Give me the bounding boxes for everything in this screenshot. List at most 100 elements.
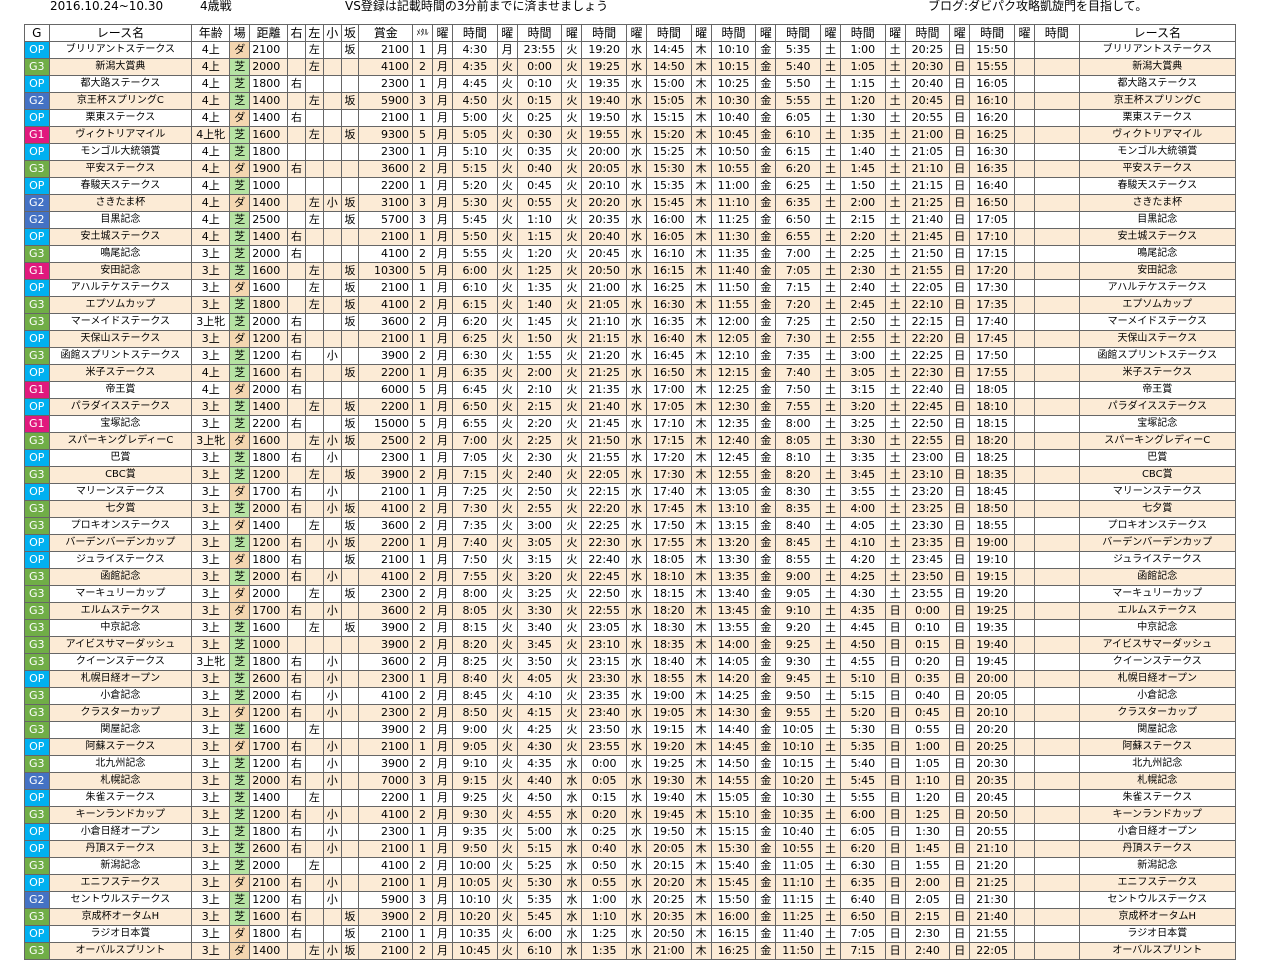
distance-cell: 2000: [249, 568, 289, 586]
table-cell: 1:10: [904, 772, 951, 790]
table-cell: [304, 177, 324, 195]
distance-cell: 1200: [249, 534, 289, 552]
table-cell: 18:35: [969, 466, 1015, 484]
table-cell: 土: [819, 109, 842, 127]
table-cell: 水: [625, 143, 648, 161]
race-name: 都大路ステークス: [48, 75, 193, 93]
distance-cell: 1700: [249, 602, 289, 620]
table-cell: [340, 806, 360, 824]
table-cell: 4:55: [840, 653, 886, 671]
prize-cell: 2100: [358, 330, 413, 348]
table-cell: 火: [496, 602, 518, 620]
table-cell: 9:25: [775, 636, 821, 654]
table-cell: 15:05: [710, 789, 757, 807]
table-cell: [287, 619, 306, 637]
table-cell: 水: [625, 483, 648, 501]
table-cell: 17:15: [969, 245, 1015, 263]
table-cell: 木: [690, 721, 712, 739]
table-cell: 13:30: [710, 551, 757, 569]
table-cell: 金: [755, 347, 777, 365]
table-cell: 9:35: [452, 823, 498, 841]
table-cell: 11:35: [710, 245, 757, 263]
table-cell: 火: [496, 245, 518, 263]
distance-cell: 2000: [249, 381, 289, 399]
table-cell: [1033, 211, 1080, 229]
table-cell: 木: [690, 551, 712, 569]
prize-cell: 3900: [358, 908, 413, 926]
table-cell: [1033, 41, 1080, 59]
distance-cell: 1400: [249, 92, 289, 110]
header-row: 2016.10.24~10.30 4歳戦 VS登録は記載時間の3分前までに済ませ…: [0, 0, 1267, 12]
table-cell: [322, 109, 342, 127]
table-cell: [322, 313, 342, 331]
table-cell: 月: [432, 75, 454, 93]
column-header: 時間: [581, 24, 627, 42]
table-cell: 火: [496, 194, 518, 212]
table-cell: 木: [690, 211, 712, 229]
race-row: G2 目黒記念 4上芝 2500 左坂 5700 3 月 5:45 火 1:10 火 20:35 水 16:…: [24, 211, 1237, 229]
race-name-right: マーキュリーカップ: [1078, 585, 1237, 603]
table-cell: 日: [884, 602, 906, 620]
race-name: キーンランドカップ: [48, 806, 193, 824]
table-cell: 19:25: [646, 755, 692, 773]
table-cell: 2: [411, 245, 434, 263]
table-cell: 日: [949, 704, 971, 722]
table-cell: 火: [561, 126, 583, 144]
prize-cell: 5900: [358, 92, 413, 110]
table-cell: 22:15: [581, 483, 627, 501]
prize-cell: 2100: [358, 551, 413, 569]
table-cell: 火: [496, 330, 518, 348]
table-cell: [322, 908, 342, 926]
table-cell: [1033, 755, 1080, 773]
table-cell: 4上: [191, 75, 231, 93]
table-cell: 7:15: [452, 466, 498, 484]
table-cell: 22:50: [904, 415, 951, 433]
table-cell: 金: [755, 500, 777, 518]
table-cell: 日: [949, 568, 971, 586]
table-cell: [1033, 585, 1080, 603]
race-row: G3 京成杯オータムH 3上芝 1600 右坂 3900 2 月 10:20 火 5:45 水 1:10…: [24, 908, 1237, 926]
table-cell: 金: [755, 58, 777, 76]
table-cell: 金: [755, 738, 777, 756]
table-cell: 1: [411, 41, 434, 59]
table-cell: 6:35: [775, 194, 821, 212]
race-name: 小倉記念: [48, 687, 193, 705]
table-cell: 月: [432, 891, 454, 909]
prize-cell: 3100: [358, 194, 413, 212]
table-cell: 23:35: [904, 534, 951, 552]
table-cell: 土: [884, 568, 906, 586]
table-cell: 22:25: [904, 347, 951, 365]
table-cell: [1013, 109, 1035, 127]
distance-cell: 2000: [249, 58, 289, 76]
table-cell: 3上: [191, 245, 231, 263]
table-cell: 火: [561, 551, 583, 569]
table-cell: 3:25: [840, 415, 886, 433]
table-cell: 火: [496, 840, 518, 858]
table-cell: 2: [411, 432, 434, 450]
table-cell: 月: [432, 41, 454, 59]
table-cell: [287, 789, 306, 807]
table-cell: 水: [625, 415, 648, 433]
table-cell: 水: [625, 789, 648, 807]
table-cell: 1:35: [840, 126, 886, 144]
column-header: 時間: [516, 24, 563, 42]
table-cell: 16:40: [969, 177, 1015, 195]
distance-cell: 2600: [249, 840, 289, 858]
table-cell: 1:45: [904, 840, 951, 858]
table-cell: 火: [496, 874, 518, 892]
table-cell: 3上: [191, 551, 231, 569]
table-cell: 11:05: [775, 857, 821, 875]
distance-cell: 2500: [249, 211, 289, 229]
table-cell: 8:35: [775, 500, 821, 518]
surface-cell: 芝: [229, 415, 251, 433]
table-cell: [1033, 704, 1080, 722]
surface-cell: ダ: [229, 925, 251, 943]
table-cell: 小: [322, 534, 342, 552]
table-cell: 8:30: [775, 483, 821, 501]
table-cell: [1013, 925, 1035, 943]
table-cell: 小: [322, 347, 342, 365]
table-cell: 右: [287, 602, 306, 620]
table-cell: 16:15: [710, 925, 757, 943]
prize-cell: 2100: [358, 738, 413, 756]
table-cell: 月: [432, 653, 454, 671]
